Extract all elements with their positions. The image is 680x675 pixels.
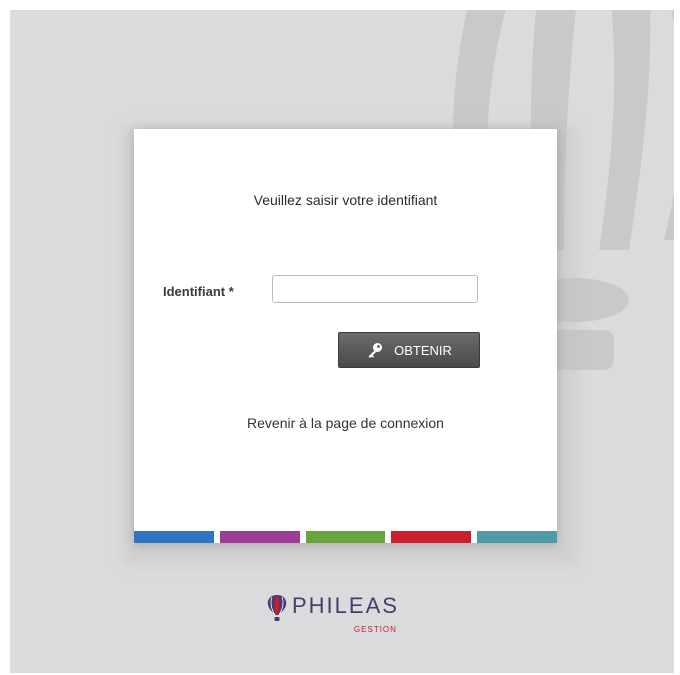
login-card: Veuillez saisir votre identifiant Identi… [134,129,557,543]
phileas-logo: PHILEAS GESTION [266,594,399,634]
logo-name: PHILEAS [292,593,399,618]
balloon-logo-icon [267,595,287,621]
obtenir-button[interactable]: OBTENIR [338,332,480,368]
stripe-red [391,531,472,543]
login-background: Veuillez saisir votre identifiant Identi… [10,10,674,673]
color-stripes [134,531,557,543]
back-to-login-link[interactable]: Revenir à la page de connexion [134,415,557,431]
form-prompt: Veuillez saisir votre identifiant [253,192,438,208]
identifiant-label: Identifiant * [163,284,234,299]
obtenir-button-label: OBTENIR [394,342,452,358]
logo-subtitle: GESTION [353,625,397,634]
stripe-purple [219,531,300,543]
stripe-blue [134,531,214,543]
identifiant-input[interactable] [272,275,478,303]
logo-wordmark: PHILEAS GESTION [292,593,399,635]
key-icon [368,343,383,358]
stripe-teal [477,531,557,543]
stripe-green [305,531,386,543]
